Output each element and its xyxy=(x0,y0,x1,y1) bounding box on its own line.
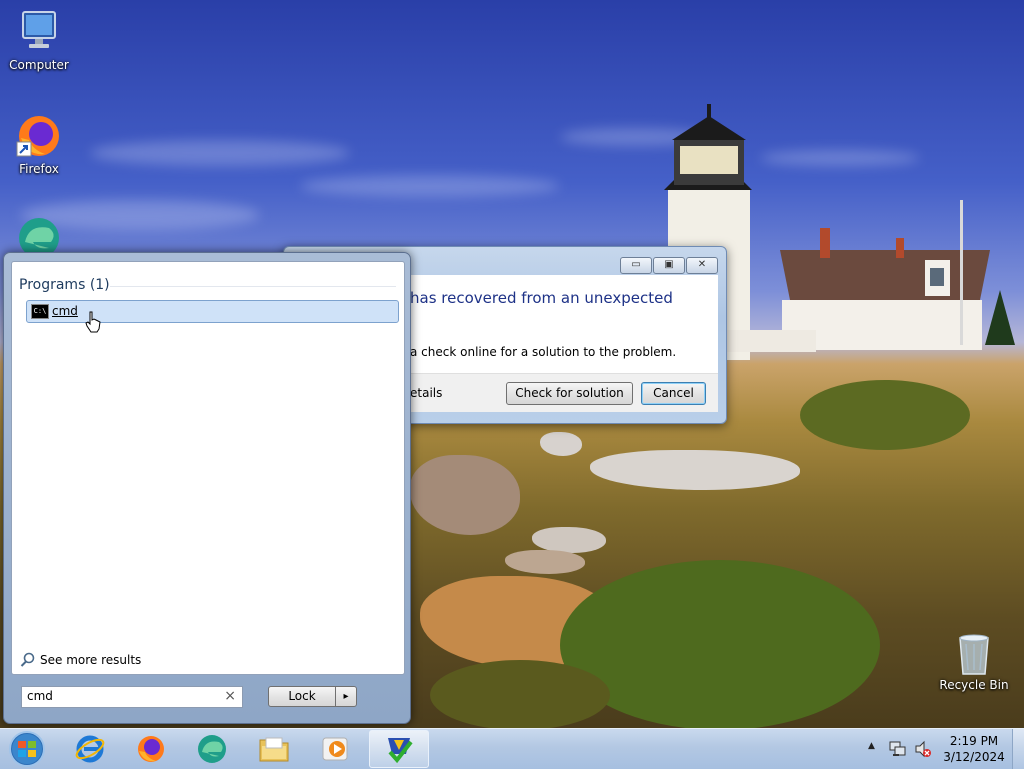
desktop-icon-label: Firefox xyxy=(19,162,59,176)
close-button[interactable]: ✕ xyxy=(686,257,718,274)
firefox-icon xyxy=(138,736,164,762)
search-results-panel: Programs (1) C:\ cmd See more results xyxy=(11,261,405,675)
search-result-cmd[interactable]: C:\ cmd xyxy=(26,300,399,323)
see-more-results-label: See more results xyxy=(40,653,142,667)
show-desktop-button[interactable] xyxy=(1012,729,1024,769)
minimize-button[interactable]: ▭ xyxy=(620,257,652,274)
details-toggle[interactable]: etails xyxy=(410,386,442,400)
taskbar-active-app[interactable] xyxy=(369,730,429,768)
cancel-button[interactable]: Cancel xyxy=(641,382,706,405)
search-result-label: cmd xyxy=(52,304,78,318)
desktop-icon-firefox[interactable]: Firefox xyxy=(1,112,77,176)
action-center-checkmark-icon xyxy=(388,738,413,764)
power-options-arrow-button[interactable]: ▸ xyxy=(335,686,357,707)
start-button[interactable] xyxy=(0,731,54,767)
edge-icon xyxy=(198,735,226,763)
search-input-value: cmd xyxy=(27,689,53,703)
taskbar: ▲ 2:19 PM 3/12/2024 xyxy=(0,728,1024,769)
programs-section-header: Programs (1) xyxy=(19,277,110,293)
cmd-icon: C:\ xyxy=(31,304,49,319)
show-hidden-icons-button[interactable]: ▲ xyxy=(868,741,875,751)
hand-cursor-icon xyxy=(85,311,101,333)
magnifier-icon xyxy=(20,652,35,667)
maximize-button[interactable]: ▣ xyxy=(653,257,685,274)
check-for-solution-button[interactable]: Check for solution xyxy=(506,382,633,405)
ie-icon xyxy=(75,735,105,763)
dialog-main-instruction: has recovered from an unexpected xyxy=(410,289,673,307)
computer-icon xyxy=(15,8,63,56)
volume-muted-icon[interactable] xyxy=(914,740,932,758)
lock-button[interactable]: Lock xyxy=(268,686,336,707)
taskbar-edge[interactable] xyxy=(184,731,240,767)
taskbar-media-player[interactable] xyxy=(307,731,363,767)
search-input[interactable]: cmd × xyxy=(21,686,243,708)
clear-search-icon[interactable]: × xyxy=(224,688,236,704)
taskbar-internet-explorer[interactable] xyxy=(62,731,118,767)
taskbar-firefox[interactable] xyxy=(123,731,179,767)
taskbar-file-explorer[interactable] xyxy=(246,731,302,767)
recycle-bin-icon xyxy=(950,632,998,676)
desktop-icon-recycle-bin[interactable]: Recycle Bin xyxy=(936,632,1012,692)
clock-date: 3/12/2024 xyxy=(943,750,1005,764)
firefox-icon xyxy=(15,112,63,160)
start-menu: Programs (1) C:\ cmd See more results cm… xyxy=(3,252,411,724)
media-player-icon xyxy=(322,737,348,761)
desktop-icon-label: Recycle Bin xyxy=(939,678,1009,692)
clock[interactable]: 2:19 PM 3/12/2024 xyxy=(938,733,1010,765)
network-icon[interactable] xyxy=(889,740,907,758)
section-divider xyxy=(110,286,396,287)
desktop-icon-label: Computer xyxy=(9,58,69,72)
dialog-message: a check online for a solution to the pro… xyxy=(410,345,677,359)
see-more-results-link[interactable]: See more results xyxy=(20,652,141,668)
clock-time: 2:19 PM xyxy=(949,734,999,748)
windows-logo-icon xyxy=(9,731,45,767)
folder-icon xyxy=(259,737,289,762)
desktop-icon-computer[interactable]: Computer xyxy=(1,8,77,72)
start-menu-bottom-bar: cmd × Lock ▸ xyxy=(11,674,403,718)
